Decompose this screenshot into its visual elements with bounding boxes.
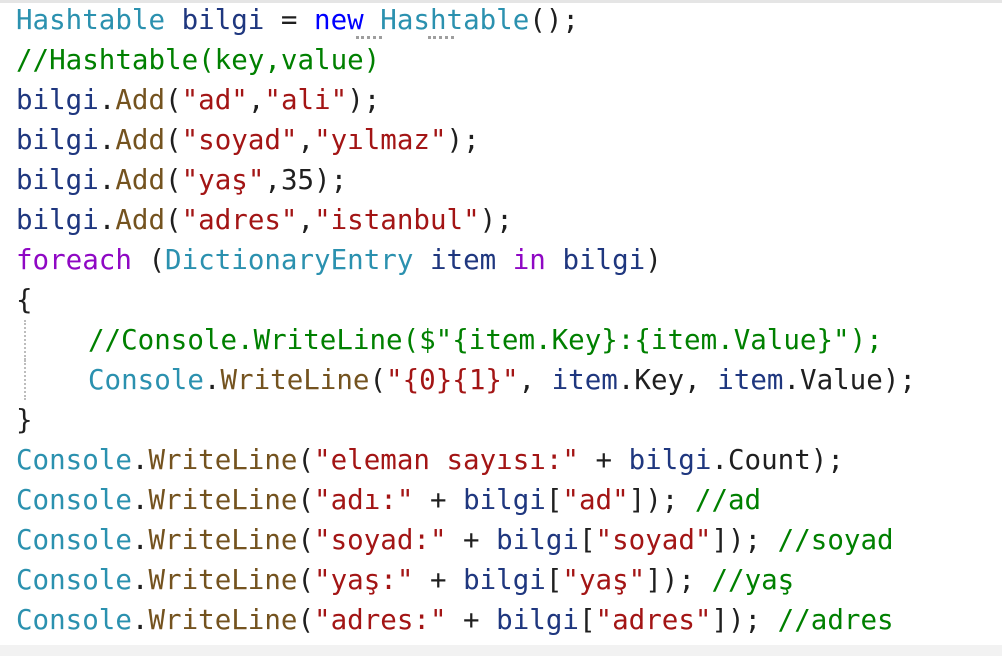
type-token: Hashtable — [16, 4, 166, 36]
string-token: "ad" — [181, 84, 248, 116]
method-token: Add — [115, 84, 166, 116]
code-line-13[interactable]: Console.WriteLine("adı:" + bilgi["ad"]);… — [16, 480, 1002, 520]
code-line-15[interactable]: Console.WriteLine("yaş:" + bilgi["yaş"])… — [16, 560, 1002, 600]
code-line-14[interactable]: Console.WriteLine("soyad:" + bilgi["soya… — [16, 520, 1002, 560]
code-line-10[interactable]: Console.WriteLine("{0}{1}", item.Key, it… — [16, 360, 1002, 400]
code-line-7[interactable]: foreach (DictionaryEntry item in bilgi) — [16, 240, 1002, 280]
code-line-3[interactable]: bilgi.Add("ad","ali"); — [16, 80, 1002, 120]
code-line-1[interactable]: Hashtable bilgi = new Hashtable(); — [16, 0, 1002, 40]
code-line-11[interactable]: } — [16, 400, 1002, 440]
editor-bottom-border — [0, 645, 1002, 656]
code-editor[interactable]: Hashtable bilgi = new Hashtable(); //Has… — [16, 0, 1002, 640]
code-line-9[interactable]: //Console.WriteLine($"{item.Key}:{item.V… — [16, 320, 1002, 360]
code-line-16[interactable]: Console.WriteLine("adres:" + bilgi["adre… — [16, 600, 1002, 640]
code-line-6[interactable]: bilgi.Add("adres","istanbul"); — [16, 200, 1002, 240]
control-keyword-token: foreach — [16, 244, 132, 276]
type-token: Hashtable — [380, 4, 530, 36]
code-line-8[interactable]: { — [16, 280, 1002, 320]
code-line-12[interactable]: Console.WriteLine("eleman sayısı:" + bil… — [16, 440, 1002, 480]
code-line-4[interactable]: bilgi.Add("soyad","yılmaz"); — [16, 120, 1002, 160]
variable-token: bilgi — [181, 4, 265, 36]
comment-token: //Hashtable(key,value) — [16, 44, 381, 76]
suggestion-squiggle[interactable] — [356, 32, 382, 39]
code-line-2[interactable]: //Hashtable(key,value) — [16, 40, 1002, 80]
indent-guide — [24, 360, 26, 400]
suggestion-squiggle[interactable] — [428, 32, 454, 39]
indent-guide — [24, 320, 26, 360]
code-line-5[interactable]: bilgi.Add("yaş",35); — [16, 160, 1002, 200]
